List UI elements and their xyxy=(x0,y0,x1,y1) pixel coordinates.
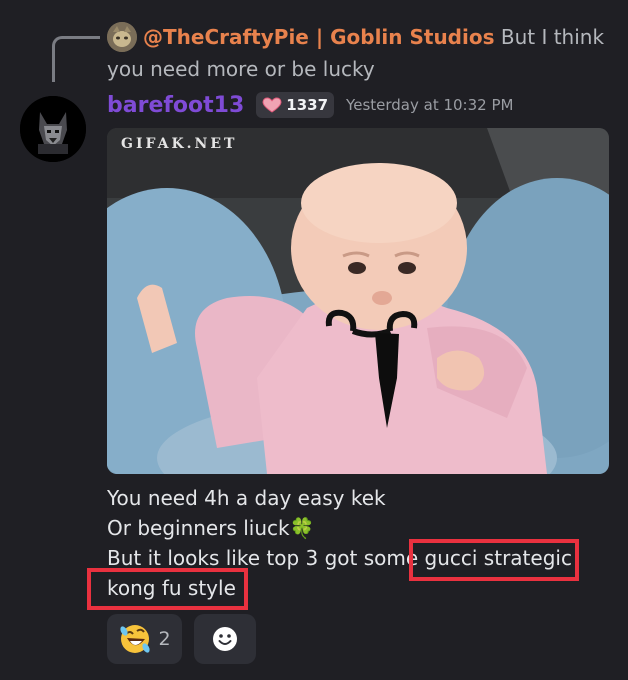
message-line-3-text: But it looks like top 3 got some xyxy=(107,546,425,570)
level-value: 1337 xyxy=(286,96,329,114)
add-reaction-button[interactable] xyxy=(194,614,256,664)
message-line-2-text: Or beginners liuck xyxy=(107,516,290,540)
baby-gif-image xyxy=(107,128,609,474)
gif-watermark: GIFAK.NET xyxy=(121,136,238,152)
reaction-count: 2 xyxy=(158,628,171,650)
message-line-2: Or beginners liuck🍀 xyxy=(107,513,315,543)
clover-emoji: 🍀 xyxy=(289,516,315,540)
level-badge[interactable]: 1337 xyxy=(256,92,335,118)
username[interactable]: barefoot13 xyxy=(107,93,244,118)
reactions-bar: 2 xyxy=(107,614,268,664)
reply-preview[interactable]: @TheCraftyPie | Goblin Studios But I thi… xyxy=(107,21,607,85)
reaction-rofl[interactable]: 2 xyxy=(107,614,182,664)
rofl-emoji-icon xyxy=(120,625,151,653)
annotation-box-gucci xyxy=(409,539,579,581)
timestamp[interactable]: Yesterday at 10:32 PM xyxy=(346,96,513,114)
reply-author-name[interactable]: @TheCraftyPie | Goblin Studios xyxy=(143,25,495,49)
avatar[interactable] xyxy=(20,96,86,162)
message-header: barefoot13 1337 Yesterday at 10:32 PM xyxy=(107,88,513,122)
message-line-1: You need 4h a day easy kek xyxy=(107,486,386,510)
reply-connector xyxy=(52,36,100,82)
heart-icon xyxy=(262,97,282,113)
smiley-icon xyxy=(213,627,237,651)
annotation-box-kong-fu xyxy=(87,568,248,610)
gif-embed[interactable]: GIFAK.NET xyxy=(107,128,609,474)
